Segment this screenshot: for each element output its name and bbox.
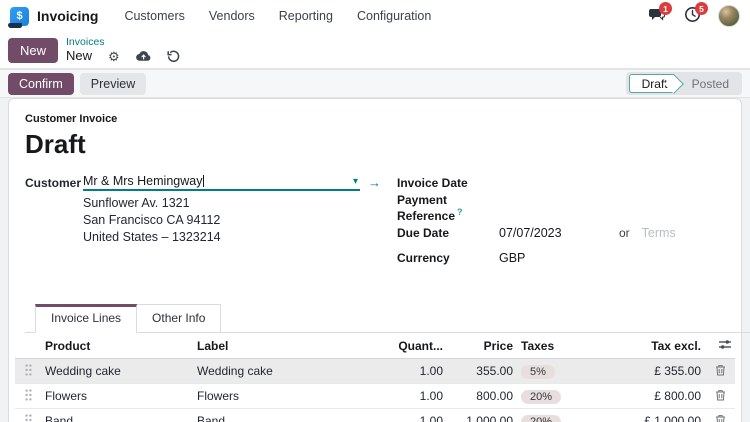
breadcrumb-current: New — [66, 48, 93, 64]
invoicing-app-icon: $ — [8, 6, 29, 28]
app-name: Invoicing — [37, 8, 99, 24]
menu-reporting[interactable]: Reporting — [279, 9, 333, 23]
main-menus: Customers Vendors Reporting Configuratio… — [124, 9, 431, 23]
tab-invoice-lines[interactable]: Invoice Lines — [35, 304, 138, 333]
currency-input[interactable]: GBP — [499, 251, 617, 265]
notebook-tabs: Invoice Lines Other Info — [25, 304, 750, 333]
customer-input[interactable]: Mr & Mrs Hemingway ▾ — [83, 174, 360, 191]
customer-label: Customer — [25, 176, 82, 190]
tab-other-info[interactable]: Other Info — [137, 304, 222, 333]
price-cell[interactable]: 800.00 — [447, 383, 517, 409]
delete-line-button[interactable] — [705, 408, 735, 422]
taxes-cell[interactable]: 5% — [517, 358, 625, 384]
subtotal-cell: £ 355.00 — [625, 358, 705, 384]
drag-handle[interactable] — [15, 358, 41, 384]
quantity-cell[interactable]: 1.00 — [391, 358, 447, 384]
price-column-header[interactable]: Price — [447, 333, 517, 359]
taxes-column-header[interactable]: Taxes — [517, 333, 625, 359]
breadcrumb: Invoices New ⚙ — [66, 36, 180, 64]
chevron-down-icon[interactable]: ▾ — [353, 176, 360, 187]
delete-line-button[interactable] — [705, 358, 735, 384]
price-cell[interactable]: 355.00 — [447, 358, 517, 384]
tax-badge[interactable]: 20% — [521, 414, 562, 422]
discard-undo-icon[interactable] — [167, 50, 180, 63]
optional-columns-sliders-icon[interactable] — [719, 339, 731, 353]
help-icon[interactable]: ? — [457, 207, 463, 217]
taxes-cell[interactable]: 20% — [517, 383, 625, 409]
price-cell[interactable]: 1,000.00 — [447, 408, 517, 422]
subtotal-cell: £ 800.00 — [625, 383, 705, 409]
tax-excl-column-header[interactable]: Tax excl. — [625, 333, 705, 359]
drag-handle[interactable] — [15, 408, 41, 422]
tax-badge[interactable]: 5% — [521, 364, 555, 379]
label-cell[interactable]: Band — [193, 408, 391, 422]
tax-badge[interactable]: 20% — [521, 389, 562, 404]
invoice-lines-table: Product Label Quant... Price Taxes Tax e… — [15, 333, 735, 422]
confirm-button[interactable]: Confirm — [8, 72, 74, 95]
menu-configuration[interactable]: Configuration — [357, 9, 431, 23]
menu-customers[interactable]: Customers — [124, 9, 184, 23]
product-cell[interactable]: Flowers ▾ → — [41, 383, 193, 409]
control-panel: New Invoices New ⚙ — [0, 32, 750, 69]
delete-line-button[interactable] — [705, 383, 735, 409]
subtotal-cell: £ 1,000.00 — [625, 408, 705, 422]
user-avatar[interactable] — [718, 5, 740, 27]
breadcrumb-invoices-link[interactable]: Invoices — [66, 36, 180, 49]
text-cursor — [203, 175, 205, 187]
activities-button[interactable]: 5 — [682, 2, 708, 26]
messages-badge: 1 — [659, 2, 672, 15]
payment-reference-label: Payment Reference? — [397, 192, 463, 223]
messages-button[interactable]: 1 — [646, 2, 672, 26]
invoice-lines-body: Wedding cake ▾ → Wedding cake 1.00 355.0… — [15, 358, 735, 422]
currency-label: Currency — [397, 250, 450, 265]
save-cloud-icon[interactable] — [135, 50, 151, 62]
quantity-cell[interactable]: 1.00 — [391, 408, 447, 422]
label-column-header[interactable]: Label — [193, 333, 391, 359]
terms-input[interactable]: Terms — [642, 226, 676, 240]
due-date-label: Due Date — [397, 225, 450, 240]
optional-columns-header — [705, 333, 735, 359]
customer-address: Sunflower Av. 1321 San Francisco CA 9411… — [83, 195, 381, 246]
document-type-label: Customer Invoice — [25, 113, 118, 125]
invoice-line-row[interactable]: Flowers ▾ → Flowers 1.00 800.00 20% £ 80… — [15, 383, 735, 409]
quantity-column-header[interactable]: Quant... — [391, 333, 447, 359]
new-button[interactable]: New — [8, 37, 59, 63]
app-brand[interactable]: $ Invoicing — [8, 6, 99, 28]
product-cell[interactable]: Wedding cake ▾ → — [41, 358, 193, 384]
table-header-row: Product Label Quant... Price Taxes Tax e… — [15, 333, 735, 359]
label-cell[interactable]: Wedding cake — [193, 358, 391, 384]
menu-vendors[interactable]: Vendors — [209, 9, 255, 23]
handle-column-header — [15, 333, 41, 359]
quantity-cell[interactable]: 1.00 — [391, 383, 447, 409]
address-line: San Francisco CA 94112 — [83, 213, 221, 227]
status-action-bar: Confirm Preview Draft Posted — [0, 69, 750, 98]
systray: 1 5 — [646, 2, 740, 27]
preview-button[interactable]: Preview — [79, 72, 147, 95]
drag-handle[interactable] — [15, 383, 41, 409]
invoice-line-row[interactable]: Wedding cake ▾ → Wedding cake 1.00 355.0… — [15, 358, 735, 384]
top-nav-bar: $ Invoicing Customers Vendors Reporting … — [0, 0, 750, 32]
address-line: Sunflower Av. 1321 — [83, 196, 190, 210]
invoice-date-label: Invoice Date — [397, 175, 468, 190]
or-label: or — [619, 225, 630, 240]
statusbar-widget: Draft Posted — [625, 72, 742, 95]
taxes-cell[interactable]: 20% — [517, 408, 625, 422]
address-line: United States – 1323214 — [83, 230, 221, 244]
invoice-form-sheet: Customer Invoice Draft Customer Mr & Mrs… — [8, 98, 750, 422]
product-column-header[interactable]: Product — [41, 333, 193, 359]
label-cell[interactable]: Flowers — [193, 383, 391, 409]
internal-link-arrow-icon[interactable]: → — [368, 175, 381, 190]
due-date-input[interactable]: 07/07/2023 — [499, 226, 617, 240]
invoice-line-row[interactable]: Band ▾ → Band 1.00 1,000.00 20% £ 1,000.… — [15, 408, 735, 422]
product-cell[interactable]: Band ▾ → — [41, 408, 193, 422]
state-draft[interactable]: Draft — [628, 74, 674, 93]
gear-icon[interactable]: ⚙ — [108, 50, 120, 63]
activities-badge: 5 — [695, 2, 708, 15]
document-title: Draft — [25, 129, 86, 159]
